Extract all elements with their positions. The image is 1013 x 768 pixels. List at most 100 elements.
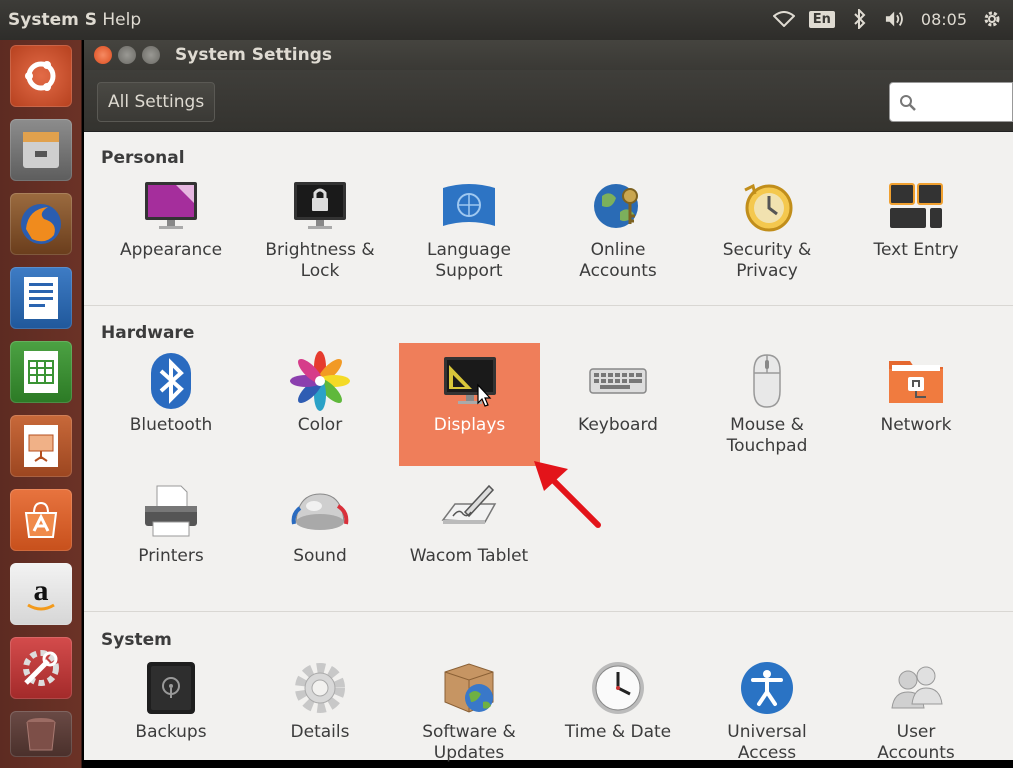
sound-icon xyxy=(291,493,349,530)
item-label: Backups xyxy=(135,722,207,742)
item-label: Printers xyxy=(138,546,204,566)
universal-access-icon xyxy=(741,662,793,714)
software-updates-icon xyxy=(444,663,494,713)
divider xyxy=(84,305,1013,306)
item-label: Brightness & Lock xyxy=(265,240,375,281)
divider xyxy=(84,611,1013,612)
online-accounts-icon xyxy=(594,184,638,228)
item-label: User Accounts xyxy=(877,722,955,763)
user-accounts-icon xyxy=(891,666,943,709)
item-displays[interactable]: Displays xyxy=(399,343,540,466)
backups-icon xyxy=(147,662,195,714)
item-brightness-lock[interactable]: Brightness & Lock xyxy=(249,176,391,282)
item-text-entry[interactable]: Text Entry xyxy=(845,176,987,261)
window-title: System Settings xyxy=(175,45,332,65)
item-label: Time & Date xyxy=(564,722,672,742)
system-settings-icon[interactable] xyxy=(10,637,72,699)
volume-icon[interactable] xyxy=(885,8,907,30)
trash-icon[interactable] xyxy=(10,711,72,757)
item-label: Language Support xyxy=(427,240,511,281)
item-user-accounts[interactable]: User Accounts xyxy=(845,658,987,764)
power-gear-icon[interactable] xyxy=(981,8,1003,30)
item-universal-access[interactable]: Universal Access xyxy=(696,658,838,764)
writer-icon[interactable] xyxy=(10,267,72,329)
indicator-area: En 08:05 xyxy=(772,8,1003,30)
item-bluetooth[interactable]: Bluetooth xyxy=(100,351,242,436)
color-icon xyxy=(290,351,350,411)
item-label: Text Entry xyxy=(873,240,959,260)
search-icon xyxy=(900,95,916,111)
window-titlebar[interactable]: System Settings xyxy=(84,40,1013,70)
item-label: Color xyxy=(297,415,343,435)
minimize-icon[interactable] xyxy=(118,46,136,64)
annotation-arrow xyxy=(534,461,601,528)
item-details[interactable]: Details xyxy=(249,658,391,743)
wifi-icon[interactable] xyxy=(772,8,795,30)
item-mouse-touchpad[interactable]: Mouse & Touchpad xyxy=(696,351,838,457)
search-box[interactable] xyxy=(889,82,1013,122)
bluetooth-icon[interactable] xyxy=(849,8,871,30)
item-backups[interactable]: Backups xyxy=(100,658,242,743)
security-privacy-icon xyxy=(744,183,793,232)
language-support-icon xyxy=(443,184,495,226)
text-entry-icon xyxy=(889,183,943,228)
time-date-icon xyxy=(592,662,644,714)
item-label: Displays xyxy=(433,415,506,435)
section-title-personal: Personal xyxy=(101,148,185,168)
section-title-system: System xyxy=(101,630,172,650)
all-settings-button[interactable]: All Settings xyxy=(97,82,216,122)
item-printers[interactable]: Printers xyxy=(100,482,242,567)
settings-grid: Personal Appearance Brightness & Lock La… xyxy=(84,132,1013,763)
item-label: Mouse & Touchpad xyxy=(726,415,808,456)
clock[interactable]: 08:05 xyxy=(921,10,967,29)
top-panel: System S Help En 08:05 xyxy=(0,0,1013,40)
appearance-icon xyxy=(145,182,197,229)
item-time-date[interactable]: Time & Date xyxy=(547,658,689,743)
maximize-icon[interactable] xyxy=(142,46,160,64)
item-software-updates[interactable]: Software & Updates xyxy=(398,658,540,764)
keyboard-icon xyxy=(589,368,647,394)
close-icon[interactable] xyxy=(94,46,112,64)
firefox-icon[interactable] xyxy=(10,193,72,255)
item-online-accounts[interactable]: Online Accounts xyxy=(547,176,689,282)
toolbar: All Settings xyxy=(84,70,1013,132)
software-center-icon[interactable] xyxy=(10,489,72,551)
section-title-hardware: Hardware xyxy=(101,323,195,343)
item-label: Universal Access xyxy=(727,722,807,763)
item-label: Sound xyxy=(293,546,347,566)
details-icon xyxy=(295,663,345,713)
item-label: Wacom Tablet xyxy=(409,546,529,566)
item-security-privacy[interactable]: Security & Privacy xyxy=(696,176,838,282)
item-label: Appearance xyxy=(119,240,223,260)
system-settings-window: System Settings All Settings Personal Ap… xyxy=(84,40,1013,763)
mouse-touchpad-icon xyxy=(753,354,781,408)
item-label: Software & Updates xyxy=(422,722,516,763)
item-label: Details xyxy=(290,722,350,742)
launcher: a xyxy=(0,40,82,768)
item-keyboard[interactable]: Keyboard xyxy=(547,351,689,436)
svg-text:a: a xyxy=(34,574,49,607)
item-color[interactable]: Color xyxy=(249,351,391,436)
item-network[interactable]: Network xyxy=(845,351,987,436)
calc-icon[interactable] xyxy=(10,341,72,403)
item-label: Network xyxy=(880,415,952,435)
menu-help[interactable]: Help xyxy=(102,10,141,30)
item-label: Online Accounts xyxy=(579,240,657,281)
item-label: Keyboard xyxy=(578,415,658,435)
app-menu[interactable]: System S Help xyxy=(8,10,141,30)
item-appearance[interactable]: Appearance xyxy=(100,176,242,261)
amazon-icon[interactable]: a xyxy=(10,563,72,625)
ubuntu-dash-icon[interactable] xyxy=(10,45,72,107)
item-sound[interactable]: Sound xyxy=(249,482,391,567)
keyboard-layout-indicator[interactable]: En xyxy=(808,10,835,28)
displays-icon xyxy=(443,357,496,407)
item-language-support[interactable]: Language Support xyxy=(398,176,540,282)
item-label: Bluetooth xyxy=(129,415,213,435)
impress-icon[interactable] xyxy=(10,415,72,477)
files-icon[interactable] xyxy=(10,119,72,181)
network-icon xyxy=(889,361,943,403)
app-name[interactable]: System S xyxy=(8,10,97,30)
brightness-lock-icon xyxy=(294,182,346,229)
item-wacom-tablet[interactable]: Wacom Tablet xyxy=(398,482,540,567)
search-input[interactable] xyxy=(922,91,1008,113)
